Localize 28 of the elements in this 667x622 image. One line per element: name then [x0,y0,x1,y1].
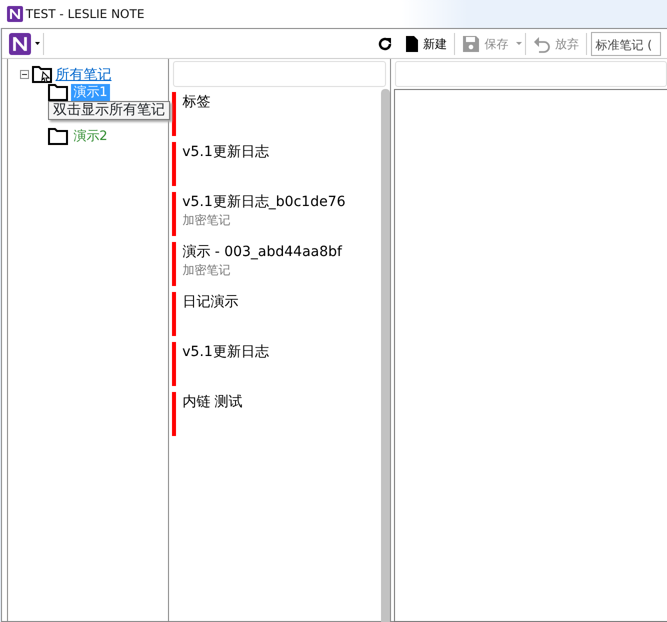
note-title[interactable]: v5.1更新日志 [182,342,269,362]
app-logo-icon [8,32,30,54]
note-title[interactable]: 演示 - 003_abd44aa8bf [182,242,342,262]
mode-select[interactable]: 标准笔记 ( [590,32,660,56]
tooltip-popup: 双击显示所有笔记 [48,101,170,120]
scrollbar[interactable] [381,89,390,622]
collapse-icon[interactable] [20,70,29,79]
note-title[interactable]: 内链 测试 [182,392,243,412]
pointer-folder-icon [32,66,52,83]
folder-icon [48,128,68,145]
note-subtitle: 加密笔记 [182,262,232,278]
title-field[interactable] [395,61,667,87]
app-logo-icon [6,6,22,22]
app-menu-button[interactable] [8,32,40,54]
new-button[interactable]: 新建 [400,32,451,54]
window-title: TEST - LESLIE NOTE [26,6,144,23]
note-title[interactable]: 日记演示 [182,292,238,312]
note-title[interactable]: v5.1更新日志 [182,142,269,162]
caret-icon [34,42,40,45]
note-subtitle: 加密笔记 [182,212,232,228]
tree-link[interactable]: 所有笔记 [56,66,112,84]
search-field[interactable] [173,61,386,87]
note-title[interactable]: 标签 [182,92,210,112]
dropdown-caret-icon[interactable] [516,42,522,45]
note-title[interactable]: v5.1更新日志_b0c1de76 [182,192,346,212]
document-icon [404,34,419,52]
tree-item[interactable]: 演示2 [71,128,110,145]
undo-icon [533,34,551,52]
